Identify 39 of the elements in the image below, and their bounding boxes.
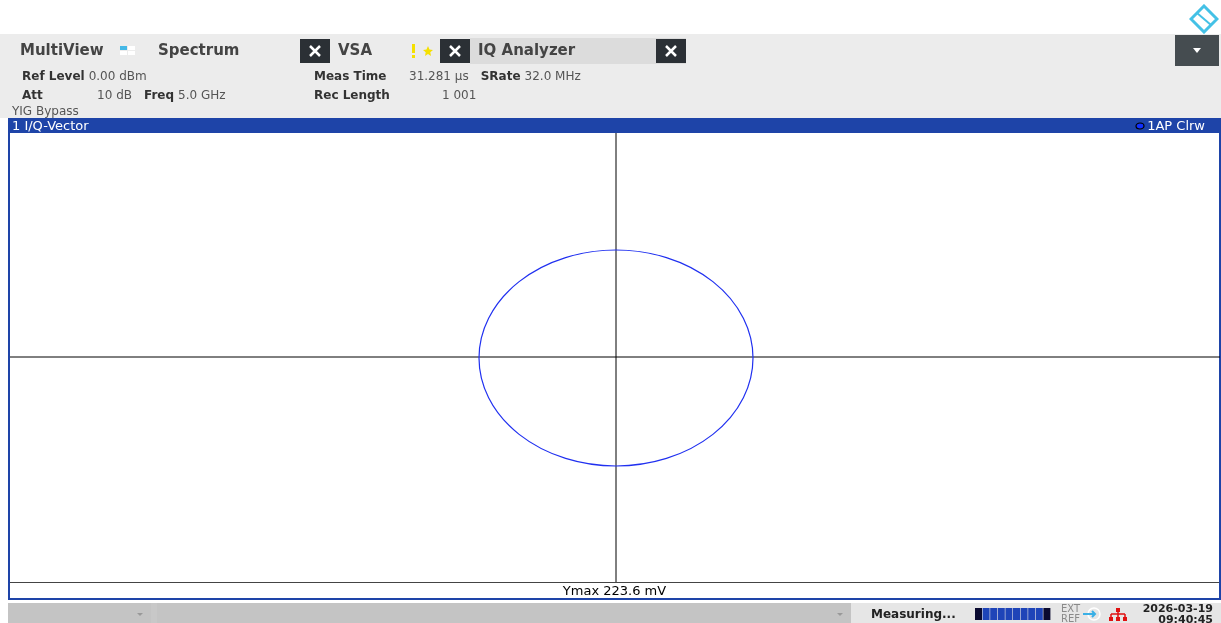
att-value: 10 dB — [96, 87, 132, 104]
srate-value: 32.0 MHz — [524, 68, 581, 85]
meas-time-label: Meas Time — [314, 68, 388, 85]
ymax-label: Ymax 223.6 mV — [562, 583, 667, 598]
network-icon — [1109, 607, 1128, 621]
trace-label: 1AP Clrw — [1147, 118, 1205, 133]
meas-time-value: 31.281 µs — [409, 68, 469, 85]
time-label: 09:40:45 — [1158, 614, 1213, 623]
close-button[interactable] — [440, 38, 470, 63]
rec-length-value: 1 001 — [442, 87, 477, 104]
caret-icon — [1193, 48, 1201, 53]
logo-icon — [1189, 4, 1219, 34]
date-label: 2026-03-19 — [1142, 603, 1213, 614]
tab[interactable]: VSA — [330, 39, 408, 62]
close-button[interactable] — [656, 38, 686, 63]
att-label: Att — [22, 87, 44, 104]
window-layout-icon — [119, 46, 136, 55]
reference-icon — [1083, 607, 1102, 621]
close-icon — [665, 44, 677, 57]
ref-level-label: Ref Level — [22, 68, 85, 85]
close-button[interactable] — [300, 38, 330, 63]
close-icon — [309, 44, 321, 57]
tab[interactable]: MultiView — [16, 37, 108, 64]
progress-indicator-icon — [975, 608, 1051, 620]
freq-value: 5.0 GHz — [178, 87, 226, 104]
yig-bypass-label: YIG Bypass — [11, 105, 80, 118]
ext-ref-label: REF — [1061, 614, 1081, 623]
trace-indicator-icon — [1135, 121, 1146, 130]
rec-length-label: Rec Length — [314, 87, 391, 104]
window-title: 1 I/Q-Vector — [12, 118, 89, 133]
ext-ref-label: EXT — [1061, 604, 1081, 614]
freq-label: Freq — [144, 87, 175, 104]
measuring-status: Measuring... — [871, 606, 957, 623]
caret-icon — [837, 612, 843, 616]
close-icon — [449, 44, 461, 57]
tab[interactable]: Spectrum — [150, 39, 300, 62]
ref-level-value: 0.00 dBm — [88, 68, 147, 85]
srate-label: SRate — [480, 68, 521, 85]
caret-icon — [137, 612, 143, 616]
